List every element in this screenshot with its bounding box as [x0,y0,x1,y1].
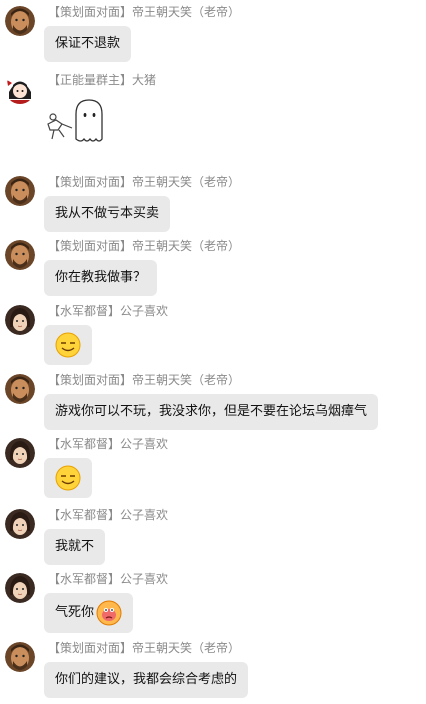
sender-name: 【水军都督】公子喜欢 [48,508,169,522]
bearded-man-avatar[interactable] [5,6,35,36]
message-bubble[interactable] [44,458,92,498]
sender-name: 【水军都督】公子喜欢 [48,304,169,318]
message-bubble[interactable]: 保证不退款 [44,26,132,62]
message-bubble[interactable]: 我就不 [44,529,106,565]
sender-name: 【策划面对面】帝王朝天笑（老帝） [48,641,241,655]
sender-name: 【策划面对面】帝王朝天笑（老帝） [48,5,241,19]
sender-name: 【策划面对面】帝王朝天笑（老帝） [48,373,241,387]
sender-name: 【正能量群主】大猪 [48,73,157,87]
long-hair-man-avatar[interactable] [5,438,35,468]
sly-smile-emoji [55,465,81,491]
sender-name: 【水军都督】公子喜欢 [48,572,169,586]
message-text: 气死你 [55,605,95,620]
ghost-sticker[interactable] [44,94,106,148]
angry-face-emoji [96,600,122,626]
message-bubble[interactable]: 你在教我做事？ [44,260,158,296]
long-hair-man-avatar[interactable] [5,573,35,603]
message-bubble[interactable]: 气死你 [44,593,134,633]
sly-smile-emoji [55,332,81,358]
message-bubble[interactable]: 你们的建议，我都会综合考虑的 [44,662,249,698]
long-hair-man-avatar[interactable] [5,305,35,335]
long-hair-man-avatar[interactable] [5,509,35,539]
message-bubble[interactable]: 游戏你可以不玩，我没求你，但是不要在论坛乌烟瘴气 [44,394,379,430]
bearded-man-avatar[interactable] [5,240,35,270]
bearded-man-avatar[interactable] [5,374,35,404]
message-bubble[interactable]: 我从不做亏本买卖 [44,196,171,232]
message-bubble[interactable] [44,325,92,365]
bearded-man-avatar[interactable] [5,642,35,672]
anime-girl-avatar[interactable] [5,74,35,104]
bearded-man-avatar[interactable] [5,176,35,206]
sender-name: 【策划面对面】帝王朝天笑（老帝） [48,175,241,189]
sender-name: 【水军都督】公子喜欢 [48,437,169,451]
sender-name: 【策划面对面】帝王朝天笑（老帝） [48,239,241,253]
